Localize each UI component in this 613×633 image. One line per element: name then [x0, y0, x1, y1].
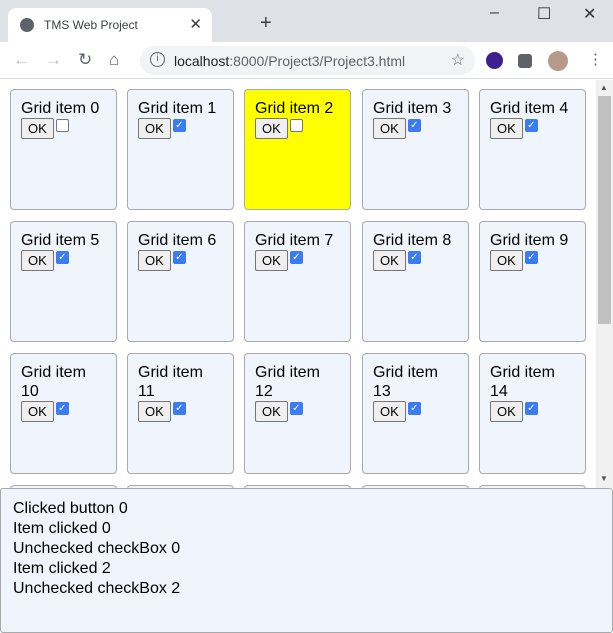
grid-item[interactable]: Grid item 12 OK ✓ — [244, 353, 351, 474]
grid-item-label: Grid item 1 — [138, 100, 217, 117]
ok-button[interactable]: OK — [21, 118, 54, 139]
extensions-puzzle-icon[interactable] — [518, 54, 532, 68]
grid-item[interactable]: Grid item 4 OK ✓ — [479, 89, 586, 210]
grid-item-label: Grid item 12 — [255, 364, 320, 400]
grid-item[interactable]: Grid item 0 OK — [10, 89, 117, 210]
item-checkbox[interactable]: ✓ — [524, 402, 538, 415]
back-icon[interactable]: ← — [13, 50, 30, 70]
browser-toolbar: ← → ↻ ⌂ i localhost:8000/Project3/Projec… — [0, 42, 613, 79]
grid-item-label: Grid item 4 — [490, 100, 569, 117]
item-checkbox[interactable] — [289, 119, 303, 132]
log-line: Item clicked 0 — [13, 520, 111, 537]
item-checkbox[interactable]: ✓ — [289, 402, 303, 415]
ok-button[interactable]: OK — [255, 118, 288, 139]
item-checkbox[interactable]: ✓ — [407, 119, 421, 132]
url-path: :8000/Project3/Project3.html — [229, 53, 406, 69]
minimize-button[interactable]: – — [490, 4, 499, 22]
url-text: localhost:8000/Project3/Project3.html — [174, 53, 405, 69]
item-checkbox[interactable]: ✓ — [55, 402, 69, 415]
forward-icon[interactable]: → — [45, 50, 62, 70]
grid-item[interactable]: Grid item 6 OK ✓ — [127, 221, 234, 342]
menu-kebab-icon[interactable]: ⋮ — [588, 50, 603, 68]
grid-item[interactable]: Grid item 10 OK ✓ — [10, 353, 117, 474]
log-line: Clicked button 0 — [13, 500, 128, 517]
reload-icon[interactable]: ↻ — [78, 50, 92, 70]
grid-item-label: Grid item 10 — [21, 364, 86, 400]
grid-item[interactable]: Grid item 13 OK ✓ — [362, 353, 469, 474]
ok-button[interactable]: OK — [490, 118, 523, 139]
ok-button[interactable]: OK — [490, 401, 523, 422]
ok-button[interactable]: OK — [255, 401, 288, 422]
grid-item[interactable]: Grid item 5 OK ✓ — [10, 221, 117, 342]
tab-bar: TMS Web Project ✕ + – ☐ ✕ — [0, 0, 613, 42]
item-checkbox[interactable]: ✓ — [172, 402, 186, 415]
maximize-button[interactable]: ☐ — [537, 4, 551, 24]
item-checkbox[interactable]: ✓ — [524, 119, 538, 132]
browser-tab[interactable]: TMS Web Project ✕ — [8, 8, 212, 42]
info-icon[interactable]: i — [150, 52, 165, 67]
ok-button[interactable]: OK — [373, 401, 406, 422]
new-tab-button[interactable]: + — [260, 12, 272, 35]
ok-button[interactable]: OK — [255, 250, 288, 271]
address-bar[interactable]: i localhost:8000/Project3/Project3.html … — [140, 46, 475, 75]
grid-item-label: Grid item 8 — [373, 232, 452, 249]
tab-title: TMS Web Project — [44, 18, 138, 32]
item-checkbox[interactable]: ✓ — [55, 251, 69, 264]
event-log-memo[interactable]: Clicked button 0 Item clicked 0 Unchecked … — [0, 488, 613, 633]
grid-item[interactable]: Grid item 11 OK ✓ — [127, 353, 234, 474]
scrollbar[interactable]: ▲ ▼ — [596, 80, 613, 488]
grid-item[interactable]: Grid item 3 OK ✓ — [362, 89, 469, 210]
log-line: Item clicked 2 — [13, 560, 111, 577]
ok-button[interactable]: OK — [21, 250, 54, 271]
home-icon[interactable]: ⌂ — [109, 50, 119, 70]
close-window-button[interactable]: ✕ — [583, 4, 596, 24]
item-checkbox[interactable]: ✓ — [524, 251, 538, 264]
grid-item-label: Grid item 14 — [490, 364, 555, 400]
grid-item-label: Grid item 2 — [255, 100, 334, 117]
item-checkbox[interactable]: ✓ — [289, 251, 303, 264]
ok-button[interactable]: OK — [373, 250, 406, 271]
close-tab-icon[interactable]: ✕ — [189, 15, 202, 33]
grid-item-label: Grid item 0 — [21, 100, 100, 117]
grid-item[interactable]: Grid item 2 OK — [244, 89, 351, 210]
grid-item[interactable]: Grid item 1 OK ✓ — [127, 89, 234, 210]
scroll-down-icon[interactable]: ▼ — [600, 474, 608, 483]
ok-button[interactable]: OK — [21, 401, 54, 422]
item-checkbox[interactable] — [55, 119, 69, 132]
grid-item-label: Grid item 9 — [490, 232, 569, 249]
grid-viewport: Grid item 0 OK Grid item 1 OK ✓ Grid item 2 OK… — [0, 80, 596, 488]
url-host: localhost — [174, 53, 230, 69]
item-checkbox[interactable]: ✓ — [407, 251, 421, 264]
item-checkbox[interactable]: ✓ — [172, 251, 186, 264]
item-checkbox[interactable]: ✓ — [172, 119, 186, 132]
ok-button[interactable]: OK — [138, 118, 171, 139]
globe-icon — [20, 18, 34, 32]
grid-item-label: Grid item 5 — [21, 232, 100, 249]
log-line: Unchecked checkBox 2 — [13, 580, 181, 597]
download-extension-icon[interactable] — [486, 52, 503, 69]
grid-item-label: Grid item 6 — [138, 232, 217, 249]
bookmark-star-icon[interactable]: ☆ — [451, 50, 465, 70]
ok-button[interactable]: OK — [138, 401, 171, 422]
grid-item-label: Grid item 3 — [373, 100, 452, 117]
grid-item[interactable]: Grid item 7 OK ✓ — [244, 221, 351, 342]
grid-item-label: Grid item 7 — [255, 232, 334, 249]
grid-item[interactable]: Grid item 8 OK ✓ — [362, 221, 469, 342]
ok-button[interactable]: OK — [373, 118, 406, 139]
ok-button[interactable]: OK — [490, 250, 523, 271]
scrollbar-thumb[interactable] — [598, 96, 611, 324]
grid-item-label: Grid item 13 — [373, 364, 438, 400]
item-checkbox[interactable]: ✓ — [407, 402, 421, 415]
log-line: Unchecked checkBox 0 — [13, 540, 181, 557]
ok-button[interactable]: OK — [138, 250, 171, 271]
grid-item[interactable]: Grid item 14 OK ✓ — [479, 353, 586, 474]
grid-item[interactable]: Grid item 9 OK ✓ — [479, 221, 586, 342]
scroll-up-icon[interactable]: ▲ — [600, 83, 608, 92]
grid-item-label: Grid item 11 — [138, 364, 203, 400]
profile-avatar[interactable] — [548, 51, 568, 71]
